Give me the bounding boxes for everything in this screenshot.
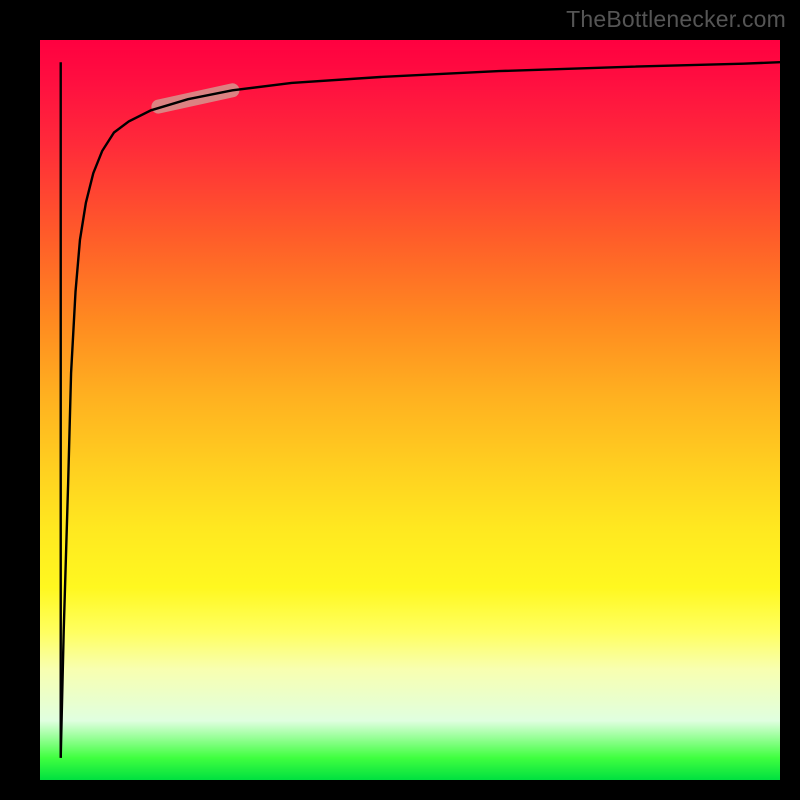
chart-frame: TheBottlenecker.com bbox=[0, 0, 800, 800]
curve-line bbox=[61, 62, 780, 758]
curve-layer bbox=[61, 62, 780, 758]
watermark-text: TheBottlenecker.com bbox=[566, 6, 786, 33]
chart-svg bbox=[40, 40, 780, 780]
